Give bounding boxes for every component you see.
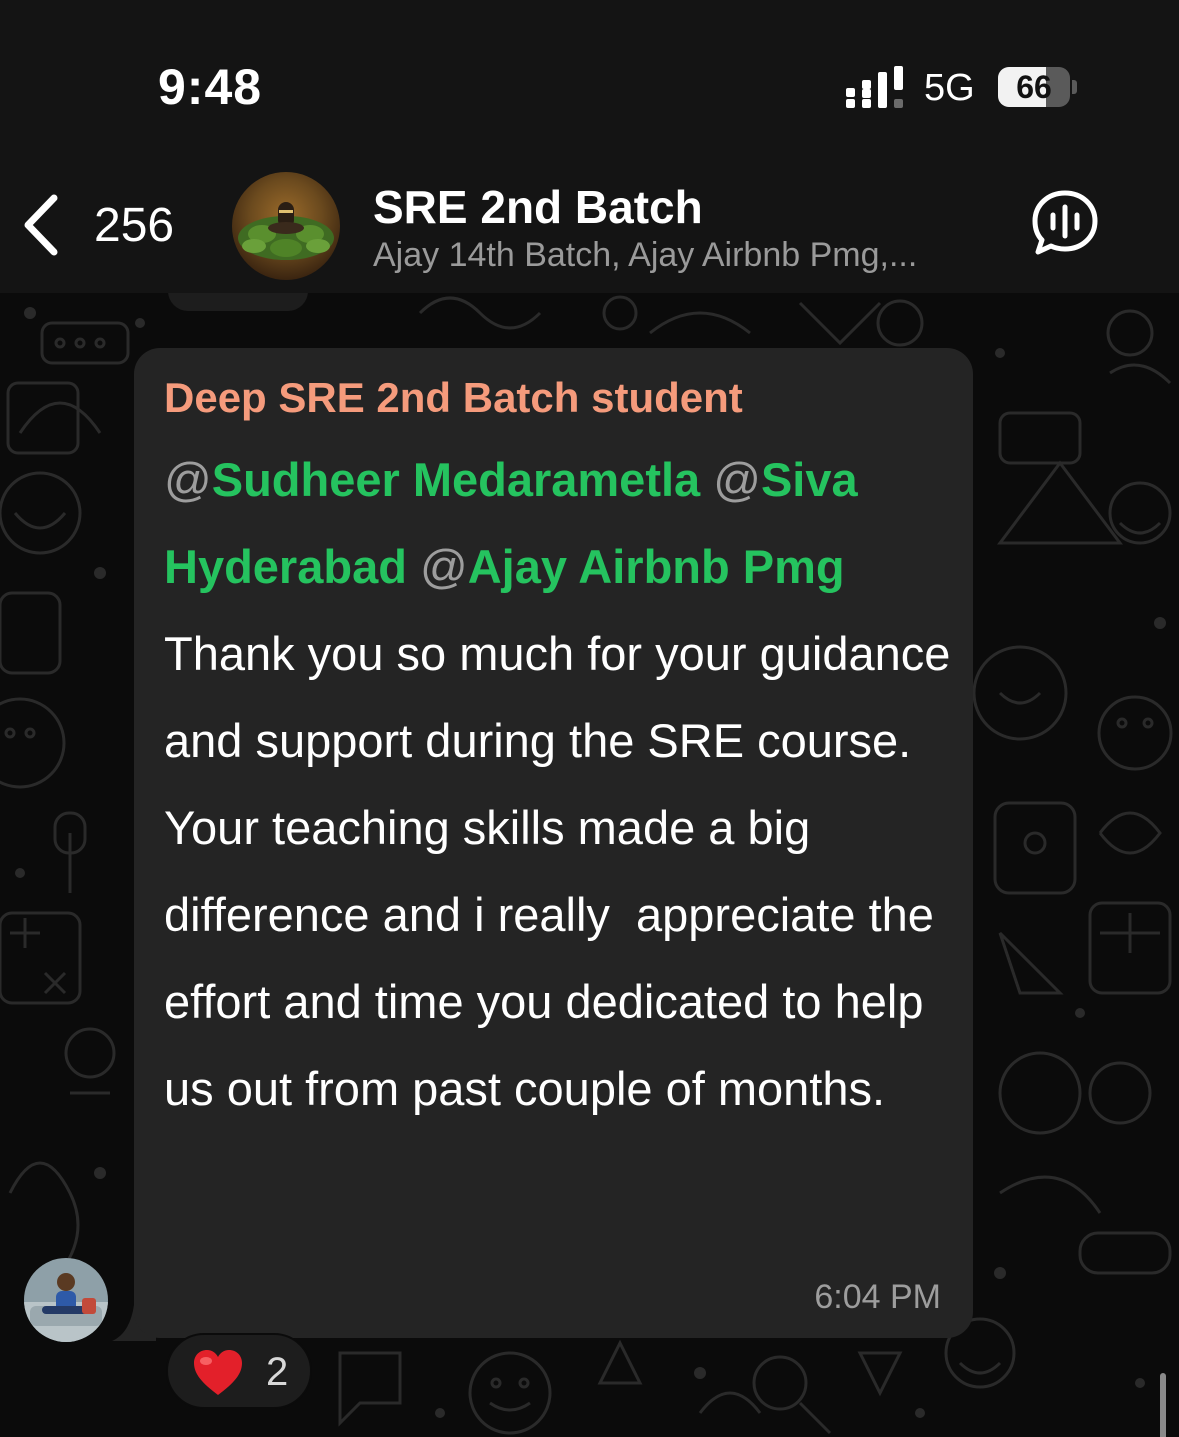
chat-title[interactable]: SRE 2nd Batch [373, 180, 703, 234]
mention-link[interactable]: @Sudheer Medarametla [164, 453, 700, 506]
network-type: 5G [924, 67, 975, 109]
battery-icon: 66 [998, 67, 1077, 107]
voice-chat-icon[interactable] [1030, 188, 1100, 258]
mention-link[interactable]: @Ajay Airbnb Pmg [420, 540, 845, 593]
sender-avatar[interactable] [24, 1258, 108, 1342]
mention-name: Ajay Airbnb Pmg [467, 540, 845, 593]
mention-at: @ [419, 540, 468, 593]
message-sender[interactable]: Deep SRE 2nd Batch student [164, 374, 743, 422]
sender-avatar-image [24, 1258, 108, 1342]
unread-count: 256 [94, 198, 175, 252]
chat-members[interactable]: Ajay 14th Batch, Ajay Airbnb Pmg,... [373, 236, 917, 275]
previous-reaction-pill[interactable] [168, 293, 308, 311]
message-text: @Sudheer Medarametla @Siva Hyderabad @Aj… [164, 436, 954, 1132]
chat-header: 256 SRE 2nd Batch Ajay 14th Batch, Ajay … [0, 150, 1179, 293]
reaction-count: 2 [266, 1350, 289, 1394]
chat-area[interactable]: Deep SRE 2nd Batch student @Sudheer Meda… [0, 293, 1179, 1437]
reaction-pill[interactable]: 2 [166, 1333, 312, 1409]
mention-at: @ [164, 453, 212, 506]
back-button[interactable]: 256 [20, 190, 174, 260]
status-bar: 9:48 5G 66 [0, 0, 1179, 150]
message-timestamp: 6:04 PM [814, 1278, 941, 1316]
chevron-left-icon [24, 194, 58, 256]
status-time: 9:48 [158, 59, 263, 115]
cellular-signal-icon [846, 66, 903, 108]
message-paragraph: Thank you so much for your guidance and … [164, 627, 964, 767]
red-heart-icon [194, 1350, 242, 1395]
battery-level: 66 [1016, 69, 1052, 105]
message-bubble[interactable]: Deep SRE 2nd Batch student @Sudheer Meda… [134, 348, 973, 1338]
message-paragraph: Your teaching skills made a big differen… [164, 801, 947, 1115]
scrollbar[interactable] [1160, 1373, 1166, 1437]
group-avatar[interactable] [232, 172, 340, 280]
mention-at: @ [713, 453, 761, 506]
mention-name: Sudheer Medarametla [211, 453, 701, 506]
group-avatar-image [232, 172, 340, 280]
